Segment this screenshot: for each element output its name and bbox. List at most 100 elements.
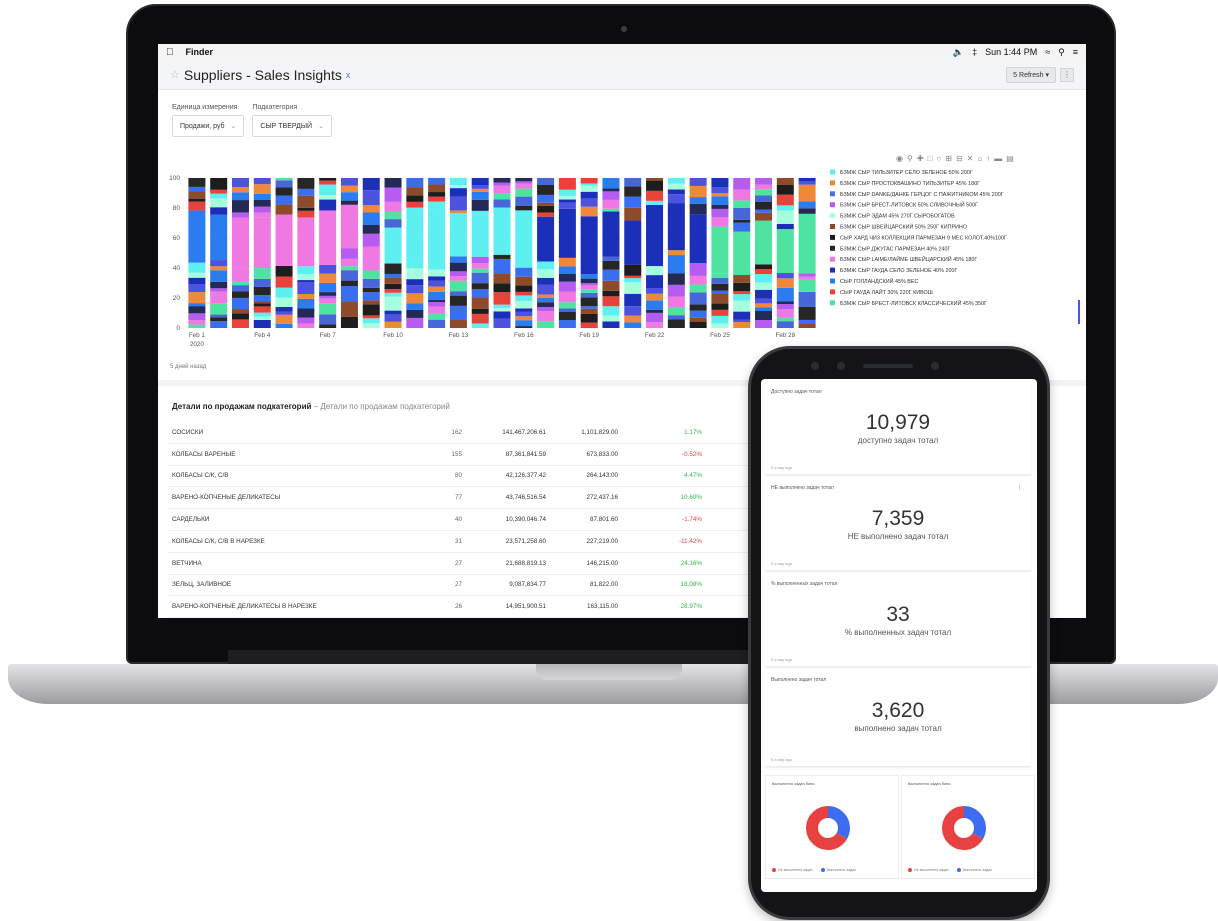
legend-label[interactable]: БЗМЖ СЫР ТИЛЬЗИТЕР СЕЛО ЗЕЛЕНОЕ 50% 200Г <box>840 170 973 176</box>
subcategory-select[interactable]: СЫР ТВЕРДЫЙ ⌄ <box>252 115 332 137</box>
table-row[interactable]: КОЛБАСЫ С/К, С/В 80 42,126,377.42 264,143.0… <box>168 466 768 488</box>
app-menu-finder[interactable]: Finder <box>186 47 214 57</box>
legend-label[interactable]: БЗМЖ СЫР ЭДАМ 45% 270Г СЫРОБОГАТОВ <box>840 214 955 220</box>
legend-swatch[interactable] <box>830 300 835 306</box>
legend-label[interactable]: СЫР ГАУДА ЛАЙТ 30% 220Г КИВОШ <box>840 288 933 296</box>
bar-segment <box>733 189 751 201</box>
kpi-card-percent-done[interactable]: % выполненных задач тотал 33 % выполненн… <box>765 575 1031 667</box>
legend-done[interactable]: Выполнено задач <box>820 868 856 872</box>
kpi-card-not-done[interactable]: НЕ выполнено задач тотал ⋮ 7,359 НЕ выпо… <box>765 479 1031 571</box>
refresh-button[interactable]: 5 Refresh ▾ <box>1006 66 1056 83</box>
legend-undone[interactable]: Не выполнено задач <box>908 868 949 872</box>
table-row[interactable]: ВЕТЧИНА 27 21,688,819.13 146,215.00 24.16% <box>168 553 768 575</box>
kpi-card-available[interactable]: Доступно задач тотал 10,979 доступно зад… <box>765 383 1031 475</box>
legend-label[interactable]: СЫР ХАРД ЧИЗ КОЛЛЕКЦИЯ ПАРМЕЗАН 9 МЕС КО… <box>840 235 1007 241</box>
bar-segment <box>319 184 337 196</box>
legend-swatch[interactable] <box>830 202 835 208</box>
wifi-icon[interactable]: ≈ <box>1045 47 1050 57</box>
bar-segment <box>319 178 337 181</box>
more-icon[interactable]: ⋮ <box>1016 483 1023 491</box>
table-row[interactable]: ЗЕЛЬЦ, ЗАЛИВНОЕ 27 9,087,834.77 81,822.00 18… <box>168 575 768 597</box>
donut-header: Выполнено задач банк <box>772 781 815 786</box>
legend-label[interactable]: БЗМЖ СЫР БРЕСТ-ЛИТОВСК КЛАССИЧЕСКИЙ 45% … <box>840 299 987 307</box>
legend-label[interactable]: БЗМЖ СЫР БРЕСТ-ЛИТОВСК 50% СЛИВОЧНЫЙ 500… <box>840 201 978 209</box>
bar-segment <box>689 185 707 198</box>
bar-segment <box>776 194 794 206</box>
phone-speaker <box>863 364 913 368</box>
cell-name: ВАРЕНО-КОПЧЕНЫЕ ДЕЛИКАТЕСЫ В НАРЕЗКЕ <box>172 603 317 611</box>
bar-segment <box>646 322 664 328</box>
bar-segment <box>253 278 271 287</box>
bar-segment <box>667 178 685 184</box>
bar-segment <box>188 284 206 293</box>
legend-swatch[interactable] <box>830 245 835 251</box>
bar-segment <box>210 288 228 292</box>
bar-segment <box>711 277 729 284</box>
legend-label[interactable]: БЗМЖ СЫР ГАУДА СЕЛО ЗЕЛЕНОЕ 40% 200Г <box>840 268 957 274</box>
bar-segment <box>384 321 402 328</box>
bar-segment <box>253 286 271 296</box>
bar-segment <box>733 231 751 276</box>
table-row[interactable]: КОЛБАСЫ С/К, С/В В НАРЕЗКЕ 31 23,571,258.6… <box>168 531 768 553</box>
cell-sum: 23,571,258.60 <box>505 537 546 545</box>
table-row[interactable]: САРДЕЛЬКИ 40 10,390,046.74 87,801.60 -1.74% <box>168 509 768 531</box>
legend-done[interactable]: Выполнено задач <box>956 868 992 872</box>
bar-segment <box>406 268 424 280</box>
bar-segment <box>558 199 576 203</box>
legend-swatch[interactable] <box>830 278 835 284</box>
legend-swatch[interactable] <box>830 256 835 262</box>
bar-segment <box>471 188 489 192</box>
legend-label[interactable]: БЗМЖ СЫР DANKE/ДАНКЕ ГЕРЦОГ С ПАЖИТНИКОМ… <box>840 192 1004 198</box>
control-list-icon[interactable]: ≡ <box>1073 47 1078 57</box>
legend-label[interactable]: БЗМЖ СЫР ПРОСТОКВАШИНО ТИЛЬЗИТЕР 45% 180… <box>840 181 980 187</box>
donut-card-left[interactable]: Выполнено задач банк Не выполнено задач … <box>765 775 899 879</box>
bar-segment <box>624 306 642 316</box>
bar-segment <box>602 211 620 257</box>
cell-sum: 43,746,516.54 <box>505 494 546 502</box>
bar-segment <box>580 183 598 186</box>
bar-segment <box>755 274 773 283</box>
legend-swatch[interactable] <box>830 234 835 240</box>
bar-segment <box>471 210 489 257</box>
bar-segment <box>602 315 620 322</box>
legend-swatch[interactable] <box>830 267 835 273</box>
legend-label[interactable]: БЗМЖ СЫР ДЖУГАС ПАРМЕЗАН 40% 240Г <box>840 246 951 252</box>
menubar-clock[interactable]: Sun 1:44 PM <box>985 47 1037 57</box>
legend-swatch[interactable] <box>830 180 835 186</box>
bar-segment <box>711 217 729 227</box>
bar-segment <box>646 312 664 323</box>
spotlight-search-icon[interactable]: ⚲ <box>1058 47 1065 58</box>
table-row[interactable]: ВАРЕНО-КОПЧЕНЫЕ ДЕЛИКАТЕСЫ 77 43,746,516.5… <box>168 487 768 510</box>
legend-swatch[interactable] <box>830 191 835 197</box>
more-options-button[interactable]: ⋮ <box>1060 67 1074 82</box>
bar-segment <box>537 184 555 195</box>
table-row[interactable]: ВАРЕНО-КОПЧЕНЫЕ ДЕЛИКАТЕСЫ В НАРЕЗКЕ 26 14… <box>168 596 768 618</box>
dashboard-tag[interactable]: x <box>346 70 351 80</box>
bar-segment <box>537 261 555 270</box>
bluetooth-icon[interactable]: ‡ <box>972 47 977 57</box>
volume-icon[interactable]: 🔈 <box>953 47 964 58</box>
donut-card-right[interactable]: Выполнено задач банк Не выполнено задач … <box>901 775 1035 879</box>
legend-swatch[interactable] <box>830 289 835 295</box>
table-row[interactable]: КОЛБАСЫ ВАРЕНЫЕ 155 87,361,841.59 673,833.0… <box>168 444 768 466</box>
bar-segment <box>340 301 358 317</box>
bar-segment <box>210 303 228 315</box>
bar-segment <box>755 201 773 210</box>
favorite-star-icon[interactable]: ☆ <box>170 68 180 81</box>
bar-segment <box>733 275 751 283</box>
table-row[interactable]: СОСИСКИ 162 141,467,206.61 1,101,829.00 1.17… <box>168 422 768 444</box>
kpi-card-done[interactable]: Выполнено задач тотал 3,620 выполнено за… <box>765 671 1031 767</box>
unit-select[interactable]: Продажи, руб ⌄ <box>172 115 245 137</box>
bar-segment <box>667 255 685 274</box>
bar-segment <box>493 254 511 259</box>
legend-swatch[interactable] <box>830 213 835 219</box>
chevron-down-icon: ⌄ <box>318 123 324 130</box>
legend-swatch[interactable] <box>830 224 835 229</box>
legend-label[interactable]: БЗМЖ СЫР ШВЕЙЦАРСКИЙ 50% 250Г КИПРИНО <box>840 223 967 231</box>
legend-label[interactable]: БЗМЖ СЫР LAIME/ЛАЙМЕ ШВЕЙЦАРСКИЙ 45% 180… <box>840 255 977 263</box>
legend-undone[interactable]: Не выполнено задач <box>772 868 813 872</box>
apple-icon[interactable]:  <box>166 47 174 58</box>
bar-segment <box>537 216 555 262</box>
legend-swatch[interactable] <box>830 169 835 175</box>
legend-label[interactable]: СЫР ГОЛЛАНДСКИЙ 45% ВЕС <box>840 277 918 285</box>
